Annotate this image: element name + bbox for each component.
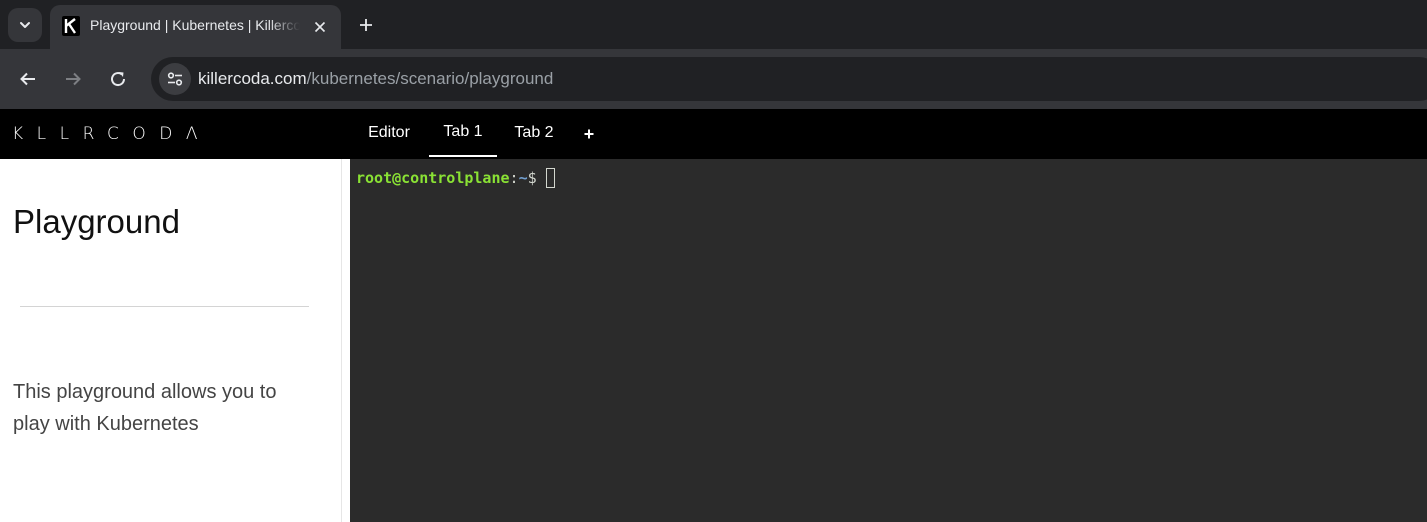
terminal-prompt: root@controlplane:~$ [356,168,555,188]
browser-tab-active[interactable]: Playground | Kubernetes | Killercoda [50,5,341,49]
reload-button[interactable] [104,65,132,93]
forward-button[interactable] [59,65,87,93]
browser-tab-strip: Playground | Kubernetes | Killercoda [0,0,1427,49]
scenario-panel: Playground This playground allows you to… [0,159,341,522]
chevron-down-icon [20,22,30,28]
site-settings-button[interactable] [159,63,191,95]
address-bar[interactable]: killercoda.com/kubernetes/scenario/playg… [151,57,1427,101]
back-button[interactable] [14,65,42,93]
url-host: killercoda.com [198,69,307,88]
back-arrow-icon [20,72,35,86]
prompt-sign: $ [527,169,537,187]
prompt-user-host: root@controlplane [356,169,510,187]
browser-tab-title: Playground | Kubernetes | Killercoda [90,17,300,33]
browser-toolbar: killercoda.com/kubernetes/scenario/playg… [0,49,1427,109]
divider [20,306,309,307]
reload-icon [111,72,126,87]
tab-tab-2[interactable]: Tab 2 [504,109,564,157]
forward-arrow-icon [66,72,81,86]
url-text: killercoda.com/kubernetes/scenario/playg… [198,69,553,89]
tab-editor[interactable]: Editor [357,109,421,157]
scenario-description: This playground allows you to play with … [13,381,277,435]
plus-icon [360,19,372,31]
terminal[interactable]: root@controlplane:~$ [350,159,1427,522]
close-icon [314,21,326,33]
k-favicon-icon [62,16,80,36]
close-tab-button[interactable] [308,15,332,39]
page-title: Playground [13,203,180,240]
tab-search-button[interactable] [8,8,42,42]
new-tab-button[interactable] [352,11,380,39]
killercoda-logo[interactable]: KLLRCODΛ [12,124,211,144]
tab-tab-1[interactable]: Tab 1 [429,109,497,157]
add-tab-button[interactable] [577,122,601,146]
app-header: KLLRCODΛ Editor Tab 1 Tab 2 [0,109,1427,159]
panel-resize-handle[interactable] [341,159,350,522]
url-path: /kubernetes/scenario/playground [306,69,554,88]
prompt-path: ~ [518,169,528,187]
site-settings-icon [167,72,183,86]
plus-icon [584,129,594,139]
prompt-colon: : [509,169,519,187]
terminal-cursor [545,168,555,188]
